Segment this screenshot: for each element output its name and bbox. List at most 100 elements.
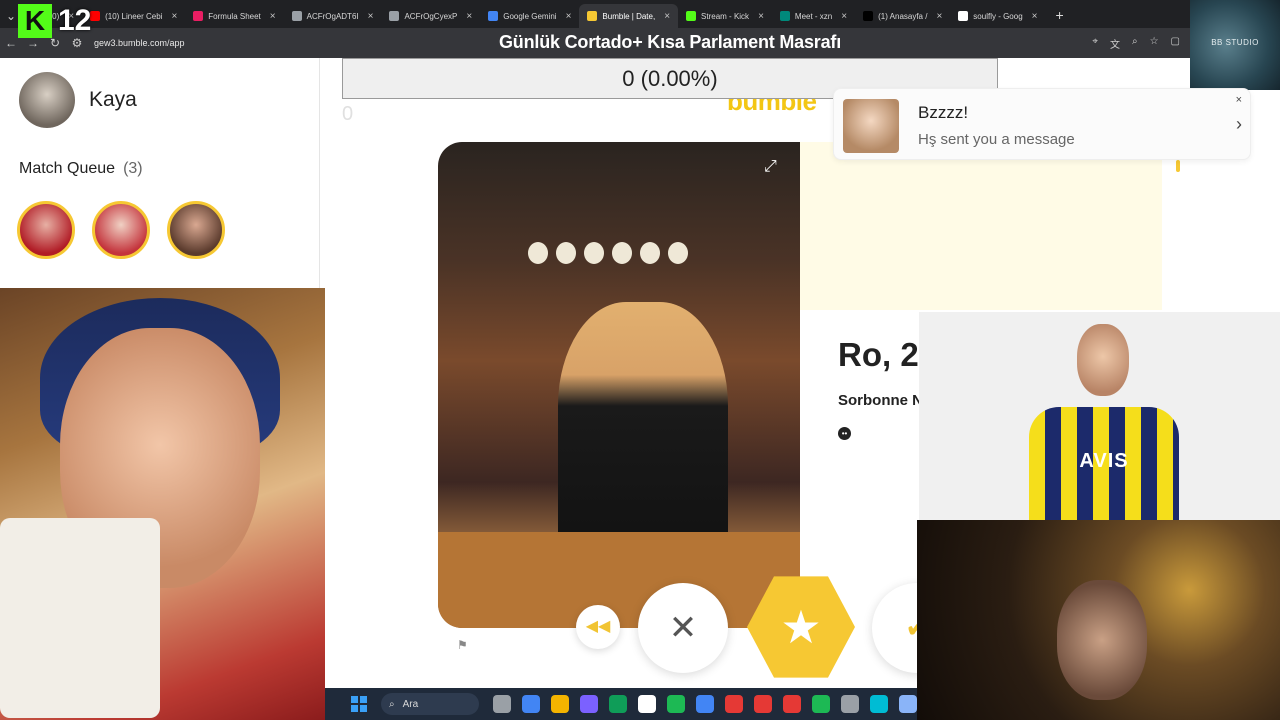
tab-label: ACFrOgADT6I <box>306 11 359 21</box>
tab-label: Formula Sheet <box>208 11 261 21</box>
tab-label: soulfly - Goog <box>973 11 1023 21</box>
username[interactable]: Kaya <box>89 88 137 112</box>
taskbar-app-icon[interactable] <box>696 695 714 713</box>
taskbar-app-icon[interactable] <box>522 695 540 713</box>
match-queue <box>17 201 225 259</box>
taskbar-app-icon[interactable] <box>783 695 801 713</box>
tab-close-icon[interactable]: × <box>270 11 276 22</box>
tab-close-icon[interactable]: × <box>936 11 942 22</box>
tab-close-icon[interactable]: × <box>566 11 572 22</box>
zoom-icon[interactable]: ⌕ <box>1132 36 1138 51</box>
browser-tab[interactable]: ACFrOgCyexP × <box>381 4 480 28</box>
studio-label: BB STUDIO <box>1211 38 1259 47</box>
match-queue-label: Match Queue (3) <box>19 160 143 178</box>
tab-close-icon[interactable]: × <box>758 11 764 22</box>
search-icon: ⌕ <box>389 698 395 710</box>
webcam-towel <box>0 518 160 718</box>
taskbar-app-icon[interactable] <box>899 695 917 713</box>
taskbar-app-icon[interactable] <box>493 695 511 713</box>
new-tab-button[interactable]: + <box>1046 7 1074 23</box>
notification-message: Hş sent you a message <box>918 131 1075 148</box>
taskbar-app-icon[interactable] <box>667 695 685 713</box>
chevron-right-icon[interactable]: › <box>1236 114 1242 135</box>
profile-photo[interactable] <box>438 142 800 628</box>
match-queue-avatar[interactable] <box>167 201 225 259</box>
message-notification[interactable]: Bzzzz! Hş sent you a message × › <box>833 88 1251 160</box>
taskbar-app-icon[interactable] <box>754 695 772 713</box>
taskbar-search-label: Ara <box>402 698 419 710</box>
reload-icon[interactable]: ↻ <box>44 36 66 50</box>
match-queue-title: Match Queue <box>19 160 116 177</box>
tab-label: ACFrOgCyexP <box>404 11 458 21</box>
streamer-head <box>1057 580 1147 700</box>
browser-tab[interactable]: ACFrOgADT6I × <box>284 4 382 28</box>
windows-start-icon[interactable] <box>351 696 367 712</box>
user-avatar[interactable] <box>19 72 75 128</box>
taskbar-app-icon[interactable] <box>638 695 656 713</box>
ghost-counter: 0 <box>342 103 354 125</box>
stream-overlay-title: Günlük Cortado+ Kısa Parlament Masrafı <box>499 32 841 52</box>
tab-close-icon[interactable]: × <box>466 11 472 22</box>
taskbar-app-icon[interactable] <box>551 695 569 713</box>
streamer-webcam-feed <box>917 520 1280 720</box>
forward-icon[interactable]: → <box>22 36 44 50</box>
expand-icon[interactable]: ⤢ <box>764 158 777 176</box>
tab-favicon-icon <box>863 11 874 21</box>
photo-lantern <box>528 242 548 264</box>
browser-tab[interactable]: (1) Anasayfa / × <box>855 4 950 28</box>
photo-lantern <box>612 242 632 264</box>
url-field[interactable]: gew3.bumble.com/app <box>94 38 185 48</box>
scroll-indicator[interactable] <box>1176 160 1180 172</box>
taskbar-app-icon[interactable] <box>870 695 888 713</box>
browser-tab[interactable]: soulfly - Goog × <box>950 4 1045 28</box>
browser-tab[interactable]: Formula Sheet × <box>185 4 283 28</box>
taskbar-app-icon[interactable] <box>841 695 859 713</box>
tab-favicon-icon <box>779 11 790 21</box>
report-flag-icon[interactable]: ⚑ <box>457 638 468 652</box>
tab-favicon-icon <box>90 11 101 21</box>
tab-label: (10) Lineer Cebi <box>105 11 163 21</box>
translate-icon[interactable]: 文 <box>1110 36 1120 51</box>
photo-lantern <box>556 242 576 264</box>
browser-tab[interactable]: Bumble | Date, × <box>579 4 679 28</box>
photo-lantern <box>640 242 660 264</box>
bookmark-star-icon[interactable]: ☆ <box>1150 36 1159 51</box>
match-queue-avatar[interactable] <box>17 201 75 259</box>
close-icon[interactable]: × <box>1236 94 1242 106</box>
taskbar-app-icons <box>493 695 917 713</box>
tab-close-icon[interactable]: × <box>171 11 177 22</box>
overlay-number: 12 <box>58 4 92 37</box>
extensions-icon[interactable]: ▢ <box>1171 36 1180 51</box>
tab-label: Bumble | Date, <box>602 11 656 21</box>
back-icon[interactable]: ← <box>0 36 22 50</box>
taskbar-app-icon[interactable] <box>725 695 743 713</box>
player-head <box>1077 324 1129 396</box>
match-queue-avatar[interactable] <box>92 201 150 259</box>
browser-tab[interactable]: Meet - xzn × <box>772 4 855 28</box>
site-settings-icon[interactable]: ⚙ <box>66 36 88 50</box>
browser-tab[interactable]: Google Gemini × <box>480 4 579 28</box>
tab-close-icon[interactable]: × <box>1032 11 1038 22</box>
photo-person <box>558 302 728 562</box>
notification-title: Bzzzz! <box>918 103 969 122</box>
tab-close-icon[interactable]: × <box>368 11 374 22</box>
location-icon[interactable]: ⌖ <box>1092 36 1098 51</box>
tab-favicon-icon <box>587 11 598 21</box>
taskbar-app-icon[interactable] <box>580 695 598 713</box>
browser-tab[interactable]: Stream - Kick × <box>678 4 772 28</box>
player-webcam-feed: AVIS <box>919 312 1280 520</box>
rewind-button[interactable]: ◀◀ <box>576 605 620 649</box>
windows-taskbar: ⌕ Ara <box>325 688 917 720</box>
profile-badge-icon: •• <box>838 427 851 440</box>
taskbar-app-icon[interactable] <box>609 695 627 713</box>
browser-tab[interactable]: (10) Lineer Cebi × <box>82 4 185 28</box>
tab-close-icon[interactable]: × <box>664 11 670 22</box>
tab-label: (1) Anasayfa / <box>878 11 928 21</box>
tab-favicon-icon <box>291 11 302 21</box>
tab-close-icon[interactable]: × <box>841 11 847 22</box>
taskbar-search[interactable]: ⌕ Ara <box>381 693 479 715</box>
taskbar-app-icon[interactable] <box>812 695 830 713</box>
pass-button[interactable]: ✕ <box>638 583 728 673</box>
left-webcam-feed <box>0 288 325 720</box>
browser-tab-bar: ⌄ (10) × (10) Lineer Cebi × Formula Sheet × AC… <box>0 0 1190 28</box>
